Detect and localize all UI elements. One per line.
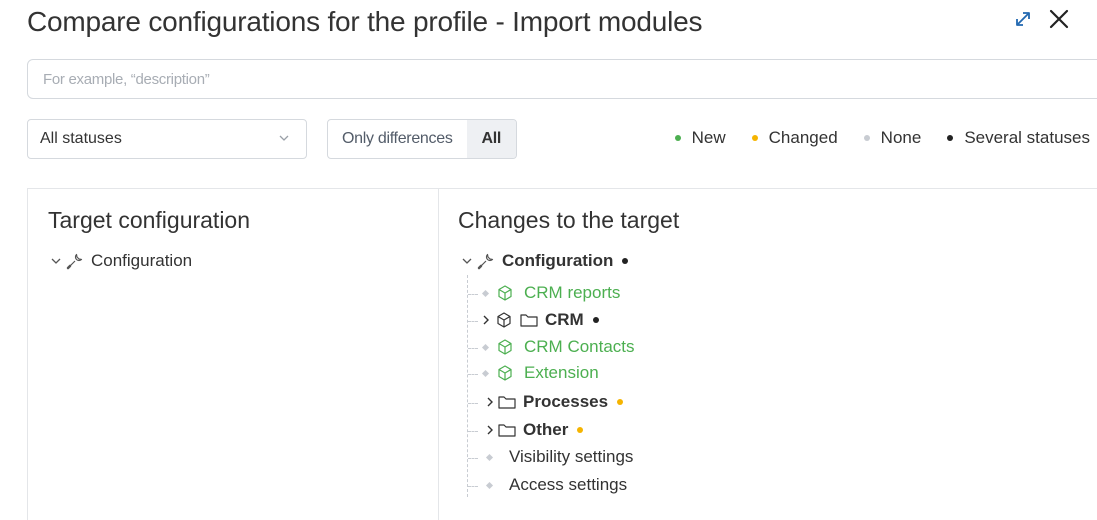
several-status-dot-icon xyxy=(592,317,599,323)
cube-icon xyxy=(498,339,512,355)
expand-icon[interactable] xyxy=(1012,8,1034,30)
header-actions xyxy=(1012,8,1070,30)
only-differences-button[interactable]: Only differences xyxy=(328,120,467,158)
tree-node-other[interactable]: Other xyxy=(485,420,584,440)
tree-node-crm[interactable]: CRM xyxy=(481,310,599,330)
tree-node-crm-reports[interactable]: CRM reports xyxy=(481,283,621,303)
target-configuration-panel: Target configuration Configuration xyxy=(28,189,439,520)
tree-branch xyxy=(468,431,478,432)
wrench-icon xyxy=(66,253,83,270)
folder-icon xyxy=(520,314,538,327)
tree-node-label: CRM xyxy=(545,310,584,329)
several-dot-icon xyxy=(947,135,954,141)
changed-status-dot-icon xyxy=(617,399,624,405)
legend-label: Changed xyxy=(768,128,838,147)
several-status-dot-icon xyxy=(622,258,629,264)
tree-node-label: Configuration xyxy=(502,251,614,270)
chevron-right-icon[interactable] xyxy=(485,396,495,408)
legend-label: None xyxy=(880,128,922,147)
leaf-marker-icon xyxy=(481,289,490,297)
tree-branch xyxy=(468,348,478,349)
tree-node-label: Other xyxy=(523,420,569,439)
status-select[interactable]: All statuses xyxy=(27,119,307,159)
search-input[interactable] xyxy=(27,59,1097,99)
leaf-marker-icon xyxy=(481,369,490,377)
status-select-value: All statuses xyxy=(40,130,122,147)
tree-node-access-settings[interactable]: Access settings xyxy=(485,475,628,495)
tree-node-label: CRM reports xyxy=(524,283,621,302)
tree-node-extension[interactable]: Extension xyxy=(481,363,599,383)
tree-guide-line xyxy=(467,275,468,497)
cube-icon xyxy=(498,365,512,381)
leaf-marker-icon xyxy=(485,481,494,489)
leaf-marker-icon xyxy=(481,343,490,351)
cube-icon xyxy=(497,312,511,328)
none-dot-icon xyxy=(863,135,870,141)
comparison-panels: Target configuration Configuration Chang… xyxy=(27,188,1097,520)
changed-status-dot-icon xyxy=(577,427,584,433)
legend-several: Several statuses xyxy=(947,128,1090,148)
tree-node-visibility-settings[interactable]: Visibility settings xyxy=(485,447,634,467)
page-title: Compare configurations for the profile -… xyxy=(27,6,703,37)
view-toggle: Only differences All xyxy=(327,119,518,159)
leaf-marker-icon xyxy=(485,453,494,461)
tree-node-label: Configuration xyxy=(91,251,193,270)
legend-label: Several statuses xyxy=(964,128,1090,147)
tree-node-label: Extension xyxy=(524,363,599,382)
cube-icon xyxy=(498,285,512,301)
panel-title: Target configuration xyxy=(48,207,251,233)
tree-branch xyxy=(468,458,478,459)
legend-changed: Changed xyxy=(751,128,838,148)
tree-node-crm-contacts[interactable]: CRM Contacts xyxy=(481,337,635,357)
chevron-right-icon[interactable] xyxy=(485,424,495,436)
tree-branch xyxy=(468,321,478,322)
chevron-down-icon[interactable] xyxy=(461,255,473,267)
tree-node-label: Access settings xyxy=(509,475,628,494)
close-icon[interactable] xyxy=(1048,8,1070,30)
chevron-right-icon[interactable] xyxy=(481,314,491,326)
status-legend: New Changed None Several statuses xyxy=(674,128,1090,148)
chevron-down-icon xyxy=(279,135,289,141)
panel-title: Changes to the target xyxy=(458,207,680,233)
tree-branch xyxy=(468,486,478,487)
legend-new: New xyxy=(674,128,726,148)
changes-panel: Changes to the target Configuration CRM … xyxy=(439,189,1097,520)
tree-node-configuration[interactable]: Configuration xyxy=(461,251,629,271)
compare-dialog: Compare configurations for the profile -… xyxy=(0,0,1097,520)
tree-node-label: CRM Contacts xyxy=(524,337,635,356)
wrench-icon xyxy=(477,253,494,270)
tree-branch xyxy=(468,403,478,404)
tree-node-configuration[interactable]: Configuration xyxy=(50,251,192,271)
chevron-down-icon[interactable] xyxy=(50,255,62,267)
changed-dot-icon xyxy=(751,135,758,141)
folder-icon xyxy=(498,424,516,437)
tree-node-label: Processes xyxy=(523,392,609,411)
all-button[interactable]: All xyxy=(466,120,517,158)
tree-node-processes[interactable]: Processes xyxy=(485,392,624,412)
folder-icon xyxy=(498,396,516,409)
tree-branch xyxy=(468,294,478,295)
legend-none: None xyxy=(863,128,922,148)
legend-label: New xyxy=(691,128,726,147)
new-dot-icon xyxy=(674,135,681,141)
tree-node-label: Visibility settings xyxy=(509,447,634,466)
tree-branch xyxy=(468,374,478,375)
